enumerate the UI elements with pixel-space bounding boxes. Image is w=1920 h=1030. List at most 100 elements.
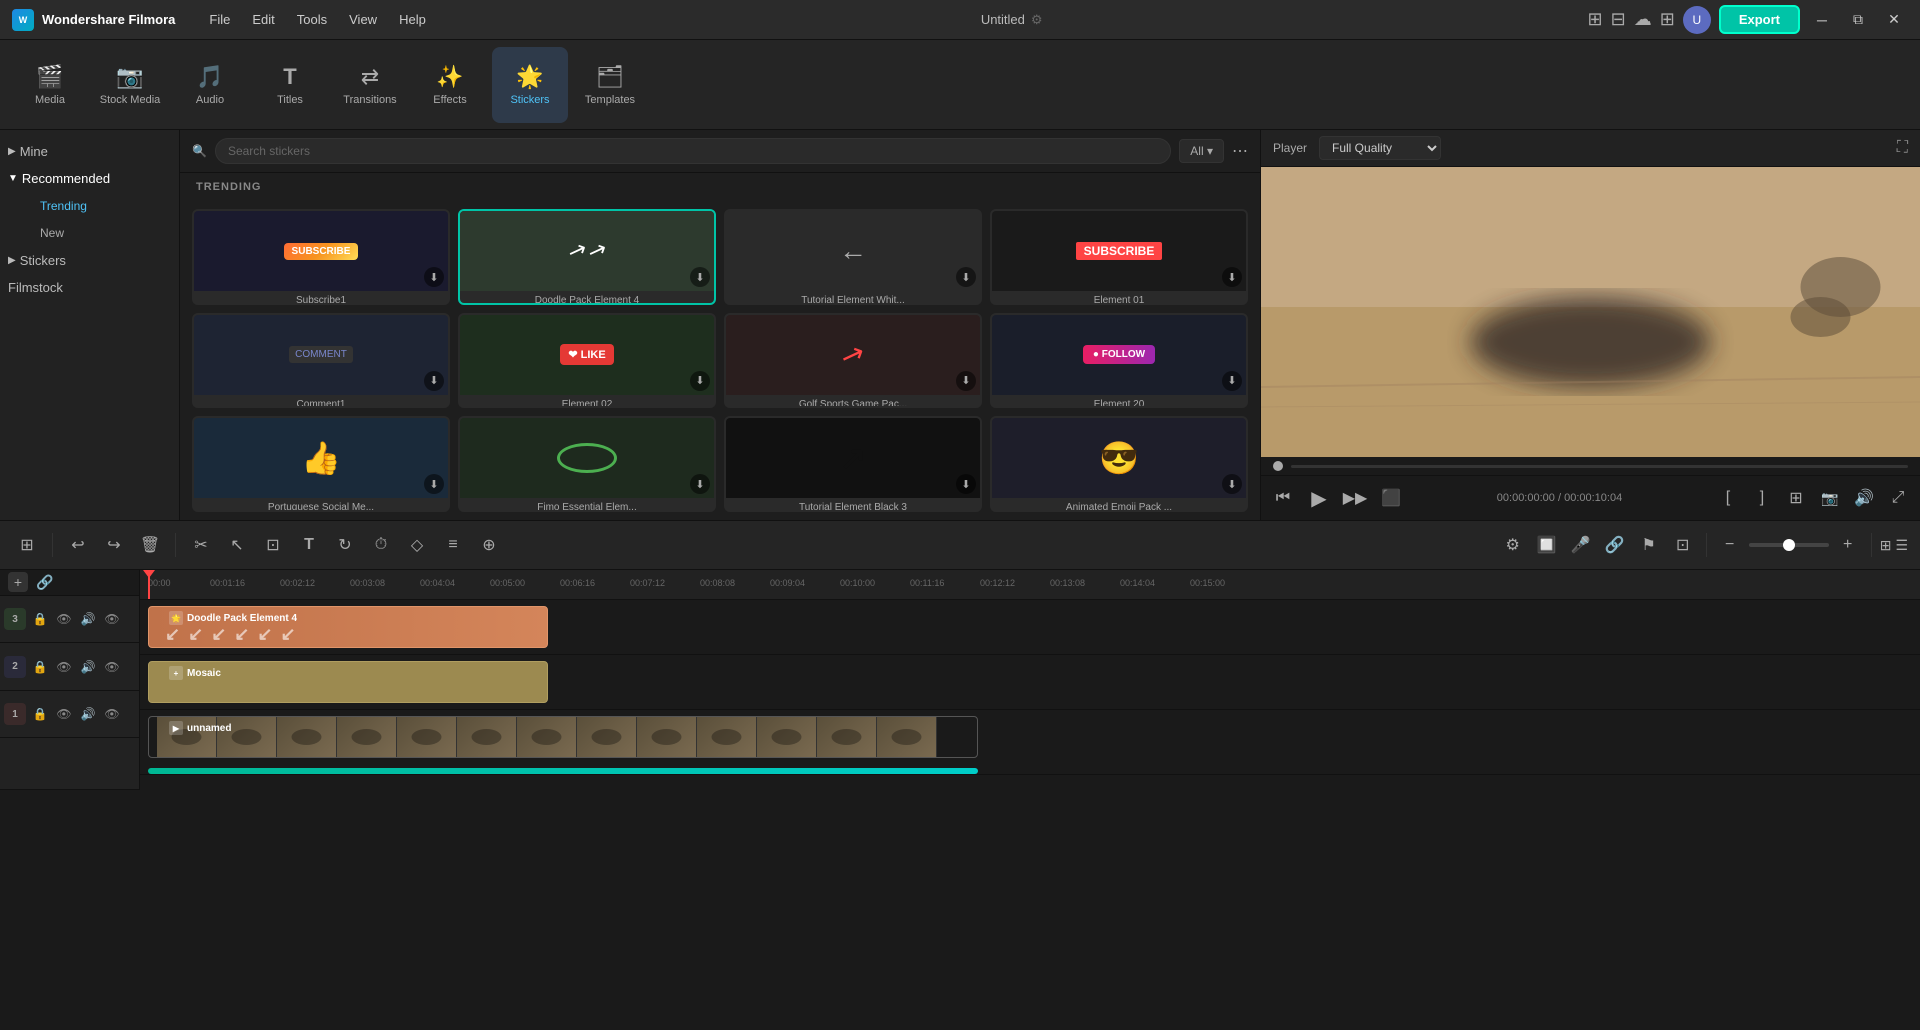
screenshot-button[interactable]: 📷 [1814, 482, 1846, 514]
fit-button[interactable]: ⊞ [1780, 482, 1812, 514]
timeline-add-track-button[interactable]: + [8, 572, 28, 592]
sticker-fimo[interactable]: ⬇ Fimo Essential Elem... [458, 416, 716, 512]
cut-button[interactable]: ✂ [186, 530, 216, 560]
track-1-hide[interactable]: 👁 [54, 704, 74, 724]
sticker-comment1[interactable]: COMMENT ⬇ Comment1 [192, 313, 450, 409]
track-2-clip[interactable]: + Mosaic [148, 661, 548, 703]
sidebar-stickers[interactable]: ▶ Stickers [0, 247, 179, 274]
zoom-slider[interactable] [1749, 543, 1829, 547]
player-timeline[interactable] [1261, 457, 1920, 475]
zoom-out-button[interactable]: − [1715, 530, 1745, 560]
tool-media[interactable]: 🎬 Media [12, 47, 88, 123]
text-button[interactable]: T [294, 530, 324, 560]
sticker-tutorial-white[interactable]: ← ⬇ Tutorial Element Whit... [724, 209, 982, 305]
track-2-mute[interactable]: 🔊 [78, 657, 98, 677]
select-button[interactable]: ↖ [222, 530, 252, 560]
menu-edit[interactable]: Edit [242, 8, 284, 31]
grid-icon[interactable]: ⊞ [1660, 9, 1675, 30]
sidebar-recommended[interactable]: ▼ Recommended [0, 165, 179, 192]
minimize-button[interactable]: ─ [1808, 6, 1836, 34]
tool-stock-media[interactable]: 📷 Stock Media [92, 47, 168, 123]
tool-titles[interactable]: T Titles [252, 47, 328, 123]
cloud-icon[interactable]: ☁ [1634, 9, 1652, 30]
download-element20[interactable]: ⬇ [1222, 371, 1242, 391]
delete-button[interactable]: 🗑 [135, 530, 165, 560]
track-1-clip[interactable]: ▶ unnamed [148, 716, 978, 758]
tool-templates[interactable]: 🗂 Templates [572, 47, 648, 123]
sticker-element20[interactable]: ● FOLLOW ⬇ Element 20 [990, 313, 1248, 409]
track-1-mute[interactable]: 🔊 [78, 704, 98, 724]
clock-button[interactable]: ⏱ [366, 530, 396, 560]
download-golf[interactable]: ⬇ [956, 371, 976, 391]
grid-view-button[interactable]: ⊞ [1880, 537, 1892, 554]
track-2-hide[interactable]: 👁 [54, 657, 74, 677]
download-doodle4[interactable]: ⬇ [690, 267, 710, 287]
crop-button[interactable]: ⊡ [258, 530, 288, 560]
playhead[interactable] [148, 570, 150, 599]
download-tutorial-white[interactable]: ⬇ [956, 267, 976, 287]
skip-forward-button[interactable]: ▶▶ [1339, 482, 1371, 514]
menu-file[interactable]: File [199, 8, 240, 31]
track-1-eye[interactable]: 👁 [102, 704, 122, 724]
track-3-mute[interactable]: 🔊 [78, 609, 98, 629]
download-subscribe1[interactable]: ⬇ [424, 267, 444, 287]
download-fimo[interactable]: ⬇ [690, 474, 710, 494]
sticker-subscribe1[interactable]: SUBSCRIBE ⬇ Subscribe1 [192, 209, 450, 305]
sidebar-new[interactable]: New [28, 220, 175, 246]
undo-button[interactable]: ↩ [63, 530, 93, 560]
mic-button[interactable]: 🎤 [1566, 530, 1596, 560]
sticker-element01[interactable]: SUBSCRIBE ⬇ Element 01 [990, 209, 1248, 305]
volume-button[interactable]: 🔊 [1848, 482, 1880, 514]
export-button[interactable]: Export [1719, 5, 1800, 34]
stop-button[interactable]: ⬛ [1375, 482, 1407, 514]
redo-button[interactable]: ↪ [99, 530, 129, 560]
maximize-button[interactable]: ⧉ [1844, 6, 1872, 34]
tool-stickers[interactable]: 🌟 Stickers [492, 47, 568, 123]
zoom-in-button[interactable]: + [1833, 530, 1863, 560]
filter-dropdown[interactable]: All ▾ [1179, 139, 1224, 163]
tool-audio[interactable]: 🎵 Audio [172, 47, 248, 123]
user-avatar[interactable]: U [1683, 6, 1711, 34]
sticker-element02[interactable]: ❤ LIKE ⬇ Element 02 [458, 313, 716, 409]
sidebar-mine[interactable]: ▶ Mine [0, 138, 179, 165]
color-button[interactable]: ◇ [402, 530, 432, 560]
scene-button[interactable]: ⚑ [1634, 530, 1664, 560]
download-tutorial-black[interactable]: ⬇ [956, 474, 976, 494]
stabilize-button[interactable]: ⊕ [474, 530, 504, 560]
download-element02[interactable]: ⬇ [690, 371, 710, 391]
play-button[interactable]: ▶ [1303, 482, 1335, 514]
menu-tools[interactable]: Tools [287, 8, 337, 31]
list-view-button[interactable]: ☰ [1895, 537, 1908, 554]
sidebar-trending[interactable]: Trending [28, 193, 175, 219]
sidebar-filmstock[interactable]: Filmstock [0, 274, 179, 301]
close-button[interactable]: ✕ [1880, 6, 1908, 34]
track-3-lock[interactable]: 🔒 [30, 609, 50, 629]
mark-in-button[interactable]: [ [1712, 482, 1744, 514]
timeline-content[interactable]: 00:00 00:01:16 00:02:12 00:03:08 00:04:0… [140, 570, 1920, 790]
track-2-eye[interactable]: 👁 [102, 657, 122, 677]
snap-button[interactable]: 🔲 [1532, 530, 1562, 560]
timeline-magnet-button[interactable]: 🔗 [34, 571, 56, 593]
zoom-settings-button[interactable]: ⚙ [1498, 530, 1528, 560]
timeline-scrubber[interactable] [1291, 465, 1908, 468]
sticker-tutorial-black[interactable]: ↗ ⬇ Tutorial Element Black 3 [724, 416, 982, 512]
track-1-lock[interactable]: 🔒 [30, 704, 50, 724]
add-track-button[interactable]: ⊞ [12, 530, 42, 560]
split-icon[interactable]: ⊟ [1611, 9, 1626, 30]
tool-transitions[interactable]: ⇄ Transitions [332, 47, 408, 123]
sticker-doodle4[interactable]: ↙ ↙ ⬇ Doodle Pack Element 4 [458, 209, 716, 305]
sticker-emoji[interactable]: 😎 ⬇ Animated Emoii Pack ... [990, 416, 1248, 512]
rotate-button[interactable]: ↻ [330, 530, 360, 560]
audio-eq-button[interactable]: ≡ [438, 530, 468, 560]
download-portuguese[interactable]: ⬇ [424, 474, 444, 494]
player-settings-icon[interactable]: ⛶ [1897, 139, 1908, 157]
track-3-hide[interactable]: 👁 [54, 609, 74, 629]
search-input[interactable] [215, 138, 1171, 164]
tool-effects[interactable]: ✨ Effects [412, 47, 488, 123]
track-2-lock[interactable]: 🔒 [30, 657, 50, 677]
track-3-eye[interactable]: 👁 [102, 609, 122, 629]
quality-select[interactable]: Full Quality High Quality Medium Quality [1319, 136, 1441, 160]
link-button[interactable]: 🔗 [1600, 530, 1630, 560]
mark-out-button[interactable]: ] [1746, 482, 1778, 514]
step-back-button[interactable]: ⏮ [1267, 482, 1299, 514]
